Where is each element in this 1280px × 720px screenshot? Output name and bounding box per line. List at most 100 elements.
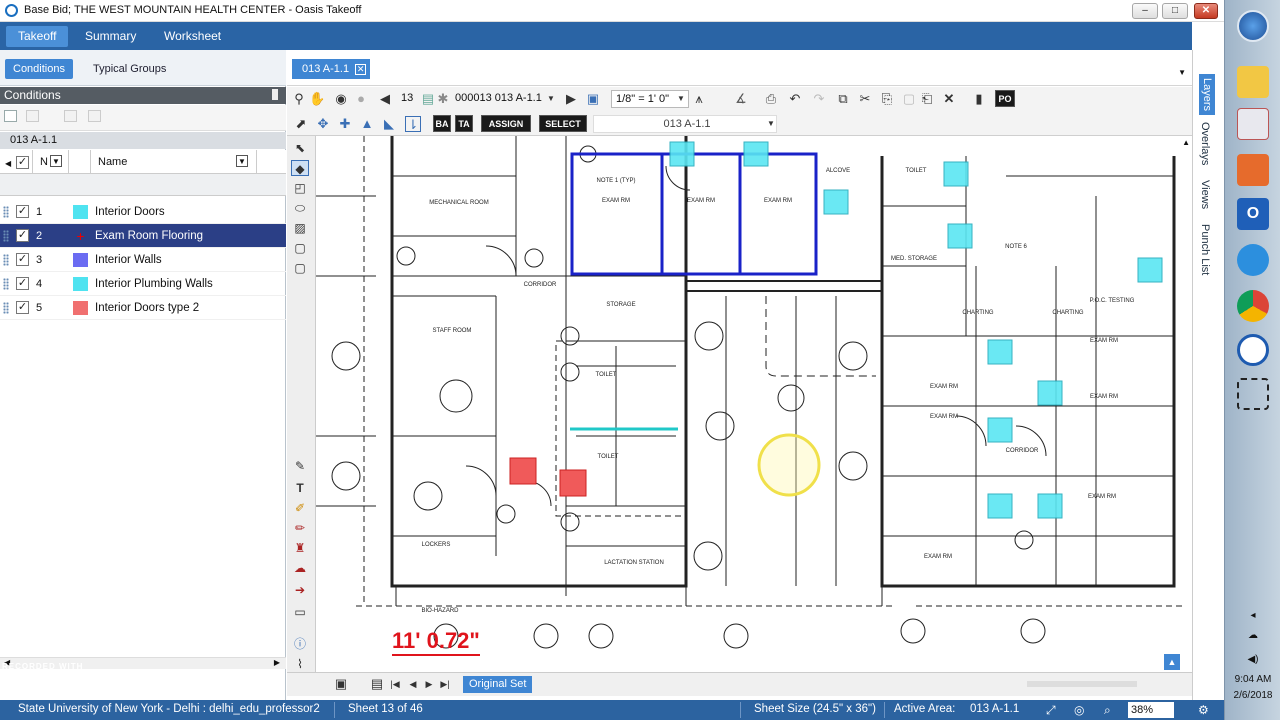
start-button[interactable] xyxy=(1237,10,1269,42)
new-folder-icon[interactable] xyxy=(4,110,17,122)
select-button[interactable]: SELECT xyxy=(539,115,587,132)
po-button[interactable]: PO xyxy=(995,90,1015,107)
condition-checkbox[interactable]: ✓ xyxy=(16,229,29,242)
check-all-checkbox[interactable]: ✓ xyxy=(16,156,29,169)
rectangle2-icon[interactable]: ▢ xyxy=(291,240,309,256)
tab-views[interactable]: Views xyxy=(1199,180,1211,209)
drag-handle[interactable] xyxy=(3,302,9,314)
rectangle-icon[interactable]: ▨ xyxy=(291,220,309,236)
scroll-up-icon[interactable]: ▲ xyxy=(1182,138,1190,147)
record-icon[interactable]: ● xyxy=(353,91,369,107)
cloud-icon[interactable]: ☁ xyxy=(291,560,309,576)
zoom-icon[interactable]: ◉ xyxy=(333,91,349,107)
drag-handle[interactable] xyxy=(3,206,9,218)
sheet-select[interactable]: 000013 013 A-1.1 xyxy=(451,90,555,108)
tab-layers[interactable]: Layers xyxy=(1199,74,1215,116)
filter-icon[interactable]: ▼ xyxy=(50,155,62,167)
name-filter-icon[interactable]: ▼ xyxy=(236,155,248,167)
zoom-extents-icon[interactable]: ◎ xyxy=(1074,703,1084,717)
condition-checkbox[interactable]: ✓ xyxy=(16,277,29,290)
angle-icon[interactable]: ∡ xyxy=(733,91,749,107)
sheet-dropdown[interactable]: 013 A-1.1 xyxy=(593,115,777,133)
undo-icon[interactable]: ↶ xyxy=(787,91,803,107)
zoom-level[interactable]: 38% xyxy=(1128,702,1174,718)
triangle-icon[interactable]: ▲ xyxy=(359,116,375,132)
last-page-icon[interactable]: ▶| xyxy=(437,676,453,692)
tab-overlays[interactable]: Overlays xyxy=(1199,122,1211,165)
highlighter-icon[interactable]: ✐ xyxy=(291,500,309,516)
capture-icon[interactable] xyxy=(1237,378,1269,410)
horizontal-scrollbar[interactable] xyxy=(1027,681,1137,687)
volume-icon[interactable]: ◀) xyxy=(1227,654,1279,665)
arrow-icon[interactable]: ➔ xyxy=(291,582,309,598)
column-number[interactable]: N xyxy=(40,156,48,168)
paste-icon[interactable]: ▢ xyxy=(901,91,917,107)
point-tool-icon[interactable]: ◆ xyxy=(291,160,309,176)
flip-icon[interactable]: ◣ xyxy=(381,116,397,132)
calibrate-icon[interactable]: ⩚ xyxy=(691,91,707,107)
fit-page-icon[interactable]: ▣ xyxy=(333,676,349,692)
next-set-icon[interactable]: ▶ xyxy=(421,676,437,692)
tab-punch-list[interactable]: Punch List xyxy=(1199,224,1211,275)
tab-worksheet[interactable]: Worksheet xyxy=(152,26,233,47)
print-icon[interactable]: ⎙ xyxy=(763,91,779,107)
pan-hand-icon[interactable]: ✋ xyxy=(309,91,325,107)
tab-summary[interactable]: Summary xyxy=(73,26,148,47)
layers-icon[interactable]: ▤ xyxy=(369,676,385,692)
minimize-button[interactable]: – xyxy=(1132,3,1158,19)
tab-takeoff[interactable]: Takeoff xyxy=(6,26,69,47)
snipping-tool-icon[interactable] xyxy=(1237,108,1269,140)
scroll-top-icon[interactable]: ▲ xyxy=(1164,654,1180,670)
media-player-icon[interactable] xyxy=(1237,154,1269,186)
delete-x-icon[interactable]: ✕ xyxy=(941,91,957,107)
assign-button[interactable]: ASSIGN xyxy=(481,115,531,132)
next-page-icon[interactable]: ▶ xyxy=(563,91,579,107)
subtab-typical-groups[interactable]: Typical Groups xyxy=(85,59,174,79)
close-button[interactable]: ✕ xyxy=(1194,3,1218,19)
scroll-right-icon[interactable]: ▶ xyxy=(274,658,280,667)
clock-date[interactable]: 2/6/2018 xyxy=(1227,690,1279,701)
condition-checkbox[interactable]: ✓ xyxy=(16,253,29,266)
copy-icon[interactable] xyxy=(64,110,77,122)
condition-color-swatch[interactable] xyxy=(73,277,88,291)
delete-icon[interactable] xyxy=(88,110,101,122)
condition-color-swatch[interactable]: + xyxy=(73,229,88,243)
column-name[interactable]: Name xyxy=(98,156,127,168)
gear-icon[interactable]: ✱ xyxy=(435,91,451,107)
condition-color-swatch[interactable] xyxy=(73,253,88,267)
original-set-tab[interactable]: Original Set xyxy=(463,676,533,693)
view-toggle-icon[interactable]: ▣ xyxy=(585,91,601,107)
snap-icon[interactable]: ⇂ xyxy=(405,116,421,132)
collapse-icon[interactable]: ◀ xyxy=(5,159,11,168)
screenshot-icon[interactable]: ⧉ xyxy=(835,91,851,107)
callout-icon[interactable]: ▭ xyxy=(291,604,309,620)
subtab-conditions[interactable]: Conditions xyxy=(5,59,73,79)
chevron-down-icon[interactable]: ▼ xyxy=(543,91,559,107)
help-icon[interactable]: ⚙ xyxy=(1198,703,1209,717)
condition-checkbox[interactable]: ✓ xyxy=(16,205,29,218)
page-number[interactable]: 13 xyxy=(397,90,419,108)
prev-set-icon[interactable]: ◀ xyxy=(405,676,421,692)
tray-arrow-icon[interactable]: ◂ xyxy=(1227,610,1279,621)
file-explorer-icon[interactable] xyxy=(1237,66,1269,98)
copy-tool-icon[interactable]: ⎘ xyxy=(879,91,895,107)
condition-color-swatch[interactable] xyxy=(73,205,88,219)
scale-dropdown-icon[interactable]: ▼ xyxy=(673,91,689,107)
blueprint-canvas[interactable]: MECHANICAL ROOM EXAM RM EXAM RM EXAM RM … xyxy=(316,136,1192,672)
cut-icon[interactable]: ✂ xyxy=(857,91,873,107)
select-arrow-icon[interactable]: ⬈ xyxy=(293,116,309,132)
drag-handle[interactable] xyxy=(3,230,9,242)
condition-checkbox[interactable]: ✓ xyxy=(16,301,29,314)
condition-row[interactable]: ✓ 5 Interior Doors type 2 xyxy=(0,296,286,320)
close-tab-icon[interactable]: ✕ xyxy=(355,64,367,75)
clock-time[interactable]: 9:04 AM xyxy=(1227,674,1279,685)
area-tool-icon[interactable]: ◰ xyxy=(291,180,309,196)
pointer-icon[interactable]: ⬉ xyxy=(291,140,309,156)
ellipse-icon[interactable]: ⬭ xyxy=(291,200,309,216)
stamp-icon[interactable]: ♜ xyxy=(291,540,309,556)
network-icon[interactable]: ☁ xyxy=(1227,630,1279,641)
measure-icon[interactable]: ✎ xyxy=(291,458,309,474)
ta-button[interactable]: TA xyxy=(455,115,473,132)
transform-icon[interactable]: ✚ xyxy=(337,116,353,132)
screencast-icon[interactable] xyxy=(1237,334,1269,366)
